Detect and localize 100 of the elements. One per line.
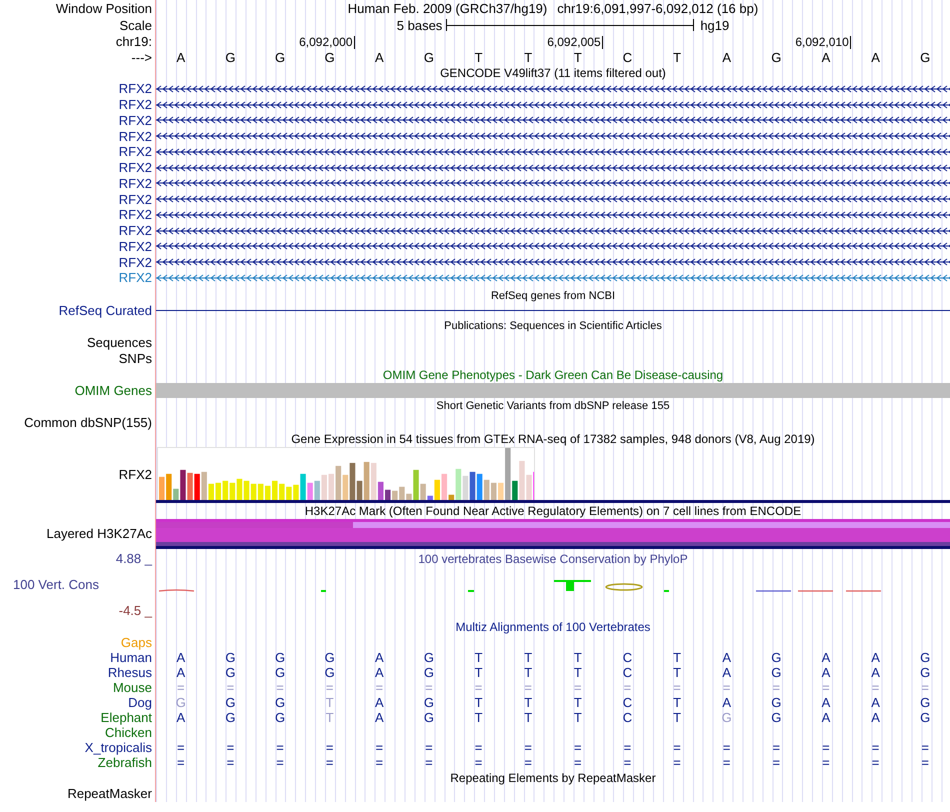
base-letter: T bbox=[672, 666, 682, 679]
base-letter: T bbox=[474, 666, 484, 679]
track-label[interactable]: RFX2 bbox=[118, 224, 152, 238]
track-label[interactable]: Zebrafish bbox=[98, 756, 152, 769]
base-letter: T bbox=[672, 50, 682, 64]
track-label[interactable]: Elephant bbox=[100, 710, 152, 724]
track-label[interactable]: RFX2 bbox=[118, 208, 152, 222]
track-label[interactable]: Common dbSNP(155) bbox=[24, 416, 152, 430]
base-letter: A bbox=[721, 666, 732, 679]
track-label[interactable]: RFX2 bbox=[118, 240, 152, 253]
base-letter: T bbox=[672, 650, 682, 664]
track-label[interactable]: Sequences bbox=[86, 336, 152, 350]
base-letter: = bbox=[920, 740, 930, 754]
base-letter: = bbox=[622, 680, 632, 694]
track-label[interactable]: Mouse bbox=[112, 680, 152, 694]
base-letter: A bbox=[820, 50, 832, 64]
base-letter: G bbox=[720, 710, 733, 724]
track-label[interactable]: RFX2 bbox=[118, 256, 152, 269]
base-letter: = bbox=[821, 740, 831, 754]
track-label[interactable]: Human bbox=[110, 650, 152, 664]
track-label[interactable]: RefSeq Curated bbox=[58, 304, 152, 318]
base-letter: G bbox=[274, 650, 286, 664]
gene-strand-drawing[interactable] bbox=[156, 210, 950, 220]
gene-strand-drawing[interactable] bbox=[156, 146, 950, 157]
track-label[interactable]: RFX2 bbox=[118, 271, 152, 284]
track-label[interactable]: RepeatMasker bbox=[67, 787, 152, 800]
base-letter: G bbox=[274, 696, 286, 709]
track-label[interactable]: RFX2 bbox=[118, 82, 152, 96]
track-label[interactable]: 100 Vert. Cons bbox=[0, 578, 99, 591]
base-letter: T bbox=[523, 666, 534, 679]
track-label[interactable]: RFX2 bbox=[118, 98, 152, 112]
base-letter: A bbox=[175, 666, 186, 679]
base-letter: = bbox=[772, 680, 782, 694]
gene-line[interactable] bbox=[156, 310, 950, 312]
base-letter: T bbox=[672, 696, 682, 709]
track-title: Gene Expression in 54 tissues from GTEx RNA-seq of 17382 samples, 948 donors (V8, Aug 2019) bbox=[290, 432, 816, 445]
track-title: OMIM Gene Phenotypes - Dark Green Can Be Disease-causing bbox=[382, 368, 724, 381]
base-letter: G bbox=[919, 710, 932, 724]
base-letter: = bbox=[275, 740, 285, 754]
track-label[interactable]: OMIM Genes bbox=[74, 384, 152, 398]
track-label[interactable]: RFX2 bbox=[118, 192, 152, 206]
base-letter: = bbox=[176, 740, 186, 754]
gene-strand-drawing[interactable] bbox=[156, 241, 950, 252]
gene-strand-drawing[interactable] bbox=[156, 178, 950, 188]
gene-strand-drawing[interactable] bbox=[156, 162, 950, 173]
base-letter: C bbox=[622, 666, 634, 679]
track-title: 100 vertebrates Basewise Conservation by PhyloP bbox=[417, 552, 689, 565]
gene-strand-drawing[interactable] bbox=[156, 131, 950, 142]
base-letter: A bbox=[721, 650, 732, 664]
track-label[interactable]: Window Position bbox=[56, 2, 152, 15]
base-letter: G bbox=[770, 710, 782, 724]
track-label[interactable]: RFX2 bbox=[118, 114, 152, 127]
track-label[interactable]: RFX2 bbox=[118, 161, 152, 174]
base-letter: = bbox=[474, 740, 484, 754]
base-letter: G bbox=[324, 666, 336, 679]
base-letter: G bbox=[174, 696, 187, 709]
base-letter: A bbox=[820, 710, 832, 724]
base-letter: = bbox=[920, 756, 930, 769]
base-letter: A bbox=[175, 50, 186, 64]
track-label[interactable]: Chicken bbox=[105, 726, 152, 739]
base-letter: T bbox=[474, 696, 484, 709]
gene-strand-drawing[interactable] bbox=[156, 100, 950, 110]
base-letter: G bbox=[919, 696, 932, 709]
base-letter: A bbox=[870, 666, 881, 679]
track-label[interactable]: Scale bbox=[119, 18, 152, 32]
base-letter: = bbox=[622, 740, 632, 754]
track-label[interactable]: X_tropicalis bbox=[84, 740, 152, 754]
base-letter: = bbox=[672, 680, 682, 694]
track-label[interactable]: RFX2 bbox=[118, 130, 152, 143]
gene-strand-drawing[interactable] bbox=[156, 194, 950, 204]
gene-strand-drawing[interactable] bbox=[156, 115, 950, 126]
track-label[interactable]: RFX2 bbox=[118, 176, 152, 190]
base-letter: = bbox=[226, 740, 236, 754]
gene-strand-drawing[interactable] bbox=[156, 226, 950, 236]
track-label[interactable]: Layered H3K27Ac bbox=[46, 527, 152, 540]
base-letter: G bbox=[224, 666, 236, 679]
base-letter: = bbox=[672, 740, 682, 754]
base-letter: = bbox=[474, 680, 484, 694]
base-letter: G bbox=[770, 696, 782, 709]
base-letter: G bbox=[422, 666, 435, 679]
track-title: GENCODE V49lift37 (11 items filtered out) bbox=[439, 67, 667, 79]
track-label[interactable]: RFX2 bbox=[118, 145, 152, 158]
track-label[interactable]: ---> bbox=[131, 50, 152, 64]
expression-bar-drawing[interactable] bbox=[157, 446, 535, 500]
track-label[interactable]: Rhesus bbox=[108, 666, 152, 679]
track-label[interactable]: chr19: bbox=[116, 34, 152, 48]
base-letter: = bbox=[772, 740, 782, 754]
base-letter: G bbox=[770, 650, 782, 664]
gene-strand-drawing[interactable] bbox=[156, 84, 950, 94]
base-letter: G bbox=[422, 650, 435, 664]
track-label[interactable]: Dog bbox=[128, 696, 152, 709]
base-letter: T bbox=[572, 666, 583, 679]
base-letter: = bbox=[722, 680, 732, 694]
base-letter: = bbox=[722, 740, 732, 754]
track-label[interactable]: RFX2 bbox=[118, 468, 152, 482]
base-letter: G bbox=[224, 650, 236, 664]
track-label[interactable]: SNPs bbox=[118, 352, 152, 366]
assembly-text: Human Feb. 2009 (GRCh37/hg19) bbox=[348, 2, 548, 15]
gene-strand-drawing[interactable] bbox=[156, 257, 950, 268]
base-letter: = bbox=[523, 740, 533, 754]
